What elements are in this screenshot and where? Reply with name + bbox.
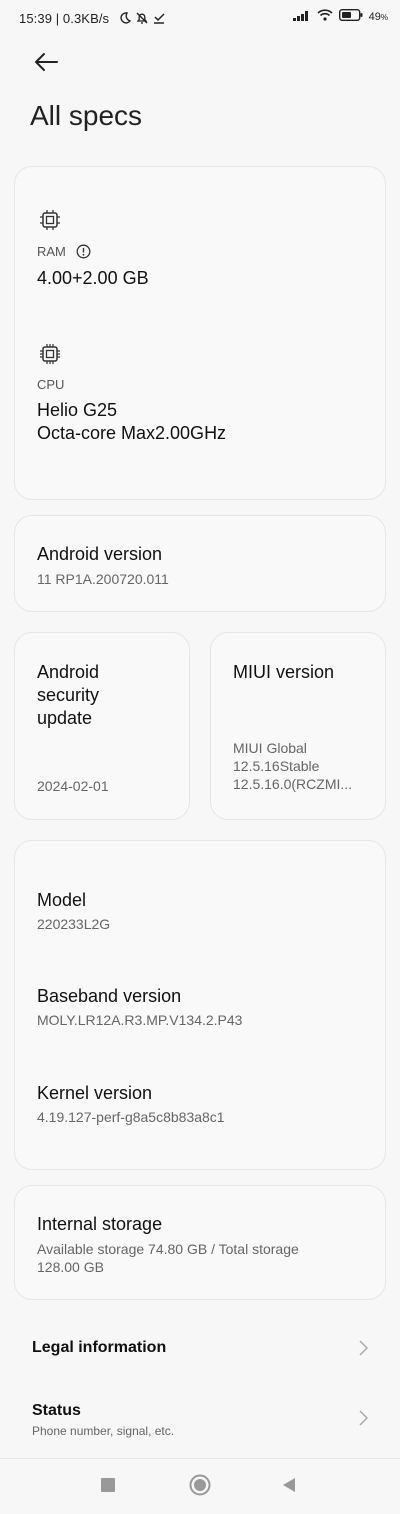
circle-icon — [189, 1474, 211, 1496]
square-icon — [101, 1478, 115, 1492]
back-nav-button[interactable] — [282, 1477, 296, 1498]
legal-information-row[interactable]: Legal information — [0, 1320, 400, 1376]
model-value: 220233L2G — [37, 916, 111, 932]
processor-icon — [39, 343, 61, 370]
cpu-cores: Octa-core Max2.00GHz — [37, 423, 227, 443]
home-button[interactable] — [189, 1474, 211, 1501]
moon-icon — [118, 11, 132, 30]
model-label: Model — [37, 890, 87, 910]
miui-version-card[interactable]: MIUI version MIUI Global 12.5.16Stable 1… — [210, 632, 386, 820]
battery-icon — [338, 8, 363, 24]
hardware-card: RAM 4.00+2.00 GB CPU Helio G25 Octa-core… — [14, 166, 386, 500]
status-row[interactable]: Status Phone number, signal, etc. — [0, 1390, 400, 1450]
chip-icon — [39, 209, 61, 236]
ram-label: RAM — [37, 244, 66, 259]
chevron-right-icon — [359, 1410, 368, 1426]
cpu-label: CPU — [37, 377, 65, 392]
baseband-value: MOLY.LR12A.R3.MP.V134.2.P43 — [37, 1012, 243, 1028]
baseband-label: Baseband version — [37, 986, 182, 1006]
storage-line2: 128.00 GB — [37, 1259, 104, 1275]
signal-icon — [292, 9, 311, 24]
status-subtitle: Phone number, signal, etc. — [32, 1424, 175, 1438]
android-version-card[interactable]: Android version 11 RP1A.200720.011 — [14, 515, 386, 612]
miui-version-line2: 12.5.16Stable — [233, 758, 320, 774]
storage-label: Internal storage — [37, 1214, 163, 1234]
kernel-label: Kernel version — [37, 1083, 153, 1103]
security-update-card: Android security update 2024-02-01 — [14, 632, 190, 820]
android-version-label: Android version — [37, 544, 163, 564]
storage-line1: Available storage 74.80 GB / Total stora… — [37, 1241, 299, 1257]
chevron-right-icon — [359, 1340, 368, 1356]
miui-version-line1: MIUI Global — [233, 740, 307, 756]
wifi-icon — [317, 9, 333, 24]
status-time-speed: 15:39 | 0.3KB/s — [19, 11, 110, 26]
security-update-label-3: update — [37, 708, 93, 728]
back-arrow-icon — [35, 53, 58, 71]
cpu-model: Helio G25 — [37, 400, 118, 420]
device-info-card: Model 220233L2G Baseband version MOLY.LR… — [14, 840, 386, 1170]
triangle-back-icon — [283, 1478, 295, 1492]
page-title: All specs — [30, 100, 143, 131]
back-button[interactable] — [32, 50, 62, 76]
legal-information-title: Legal information — [32, 1339, 167, 1356]
security-update-label-1: Android — [37, 662, 100, 682]
mute-bell-icon — [135, 11, 149, 30]
storage-card[interactable]: Internal storage Available storage 74.80… — [14, 1185, 386, 1300]
ram-value: 4.00+2.00 GB — [37, 268, 149, 288]
recents-button[interactable] — [101, 1478, 115, 1497]
security-update-label-2: security — [37, 685, 100, 705]
download-done-icon — [152, 11, 166, 30]
miui-version-label: MIUI version — [233, 662, 335, 682]
status-bar: 15:39 | 0.3KB/s 49% — [0, 0, 400, 36]
security-update-value: 2024-02-01 — [37, 778, 109, 794]
navigation-bar — [0, 1458, 400, 1514]
kernel-value: 4.19.127-perf-g8a5c8b83a8c1 — [37, 1109, 225, 1125]
battery-percent: 49% — [368, 10, 388, 23]
miui-version-line3: 12.5.16.0(RCZMI... — [233, 776, 353, 792]
status-title: Status — [32, 1402, 81, 1419]
info-icon[interactable] — [76, 244, 91, 264]
android-version-value: 11 RP1A.200720.011 — [37, 571, 169, 587]
